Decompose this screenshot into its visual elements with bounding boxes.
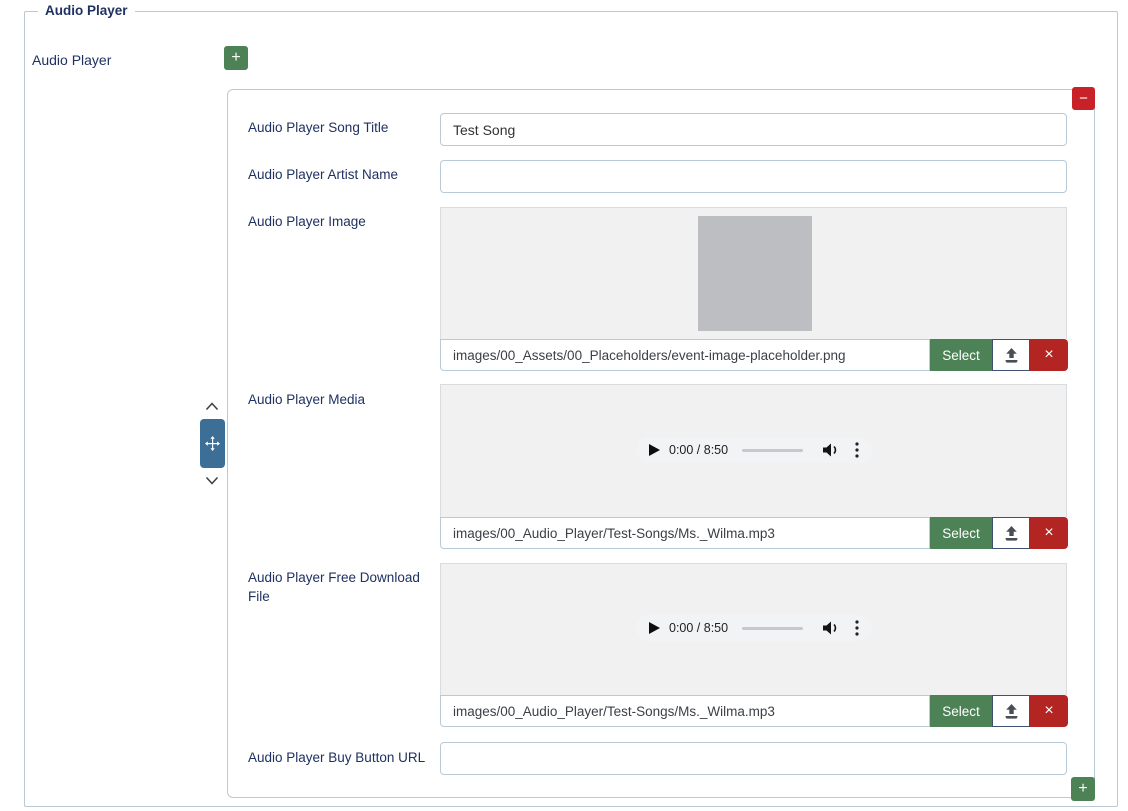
media-player-time: 0:00 / 8:50 — [669, 443, 728, 457]
media-upload-button[interactable] — [992, 517, 1030, 549]
image-upload-button[interactable] — [992, 339, 1030, 371]
volume-icon[interactable] — [823, 443, 840, 457]
artist-name-label: Audio Player Artist Name — [248, 165, 430, 184]
free-download-path-input[interactable] — [440, 695, 930, 727]
upload-icon — [1003, 525, 1020, 542]
image-placeholder-thumbnail — [698, 216, 812, 331]
fieldset-legend: Audio Player — [38, 3, 135, 18]
media-label: Audio Player Media — [248, 390, 430, 409]
free-download-upload-button[interactable] — [992, 695, 1030, 727]
image-clear-button[interactable]: × — [1030, 339, 1068, 371]
add-row-button[interactable]: + — [224, 46, 248, 70]
field-label-audio-player: Audio Player — [32, 52, 111, 68]
volume-icon[interactable] — [823, 621, 840, 635]
move-row-down-button[interactable] — [205, 473, 219, 482]
buy-button-url-label: Audio Player Buy Button URL — [248, 748, 430, 767]
remove-row-button[interactable]: − — [1072, 87, 1095, 110]
add-row-below-button[interactable]: + — [1071, 777, 1095, 801]
free-download-label: Audio Player Free Download File — [248, 568, 420, 606]
drag-row-handle[interactable] — [200, 419, 225, 468]
artist-name-input[interactable] — [440, 160, 1067, 193]
move-icon — [205, 436, 220, 451]
free-download-select-button[interactable]: Select — [930, 695, 992, 727]
upload-icon — [1003, 703, 1020, 720]
chevron-down-icon — [205, 476, 219, 485]
media-select-button[interactable]: Select — [930, 517, 992, 549]
free-download-clear-button[interactable]: × — [1030, 695, 1068, 727]
move-row-up-button[interactable] — [205, 399, 219, 408]
image-path-input[interactable] — [440, 339, 930, 371]
buy-button-url-input[interactable] — [440, 742, 1067, 775]
audio-player-form: Audio Player Audio Player + − Audio Play… — [0, 0, 1128, 811]
media-progress-bar[interactable] — [742, 449, 803, 452]
kebab-menu-icon[interactable] — [855, 442, 859, 458]
upload-icon — [1003, 347, 1020, 364]
song-title-label: Audio Player Song Title — [248, 118, 430, 137]
image-label: Audio Player Image — [248, 212, 430, 231]
free-download-progress-bar[interactable] — [742, 627, 803, 630]
media-path-input[interactable] — [440, 517, 930, 549]
free-download-player-time: 0:00 / 8:50 — [669, 621, 728, 635]
image-select-button[interactable]: Select — [930, 339, 992, 371]
media-audio-player: 0:00 / 8:50 — [636, 437, 872, 463]
chevron-up-icon — [205, 402, 219, 411]
free-download-audio-player: 0:00 / 8:50 — [636, 615, 872, 641]
kebab-menu-icon[interactable] — [855, 620, 859, 636]
play-icon[interactable] — [649, 622, 660, 634]
play-icon[interactable] — [649, 444, 660, 456]
song-title-input[interactable] — [440, 113, 1067, 146]
media-clear-button[interactable]: × — [1030, 517, 1068, 549]
image-preview-area — [440, 207, 1067, 339]
